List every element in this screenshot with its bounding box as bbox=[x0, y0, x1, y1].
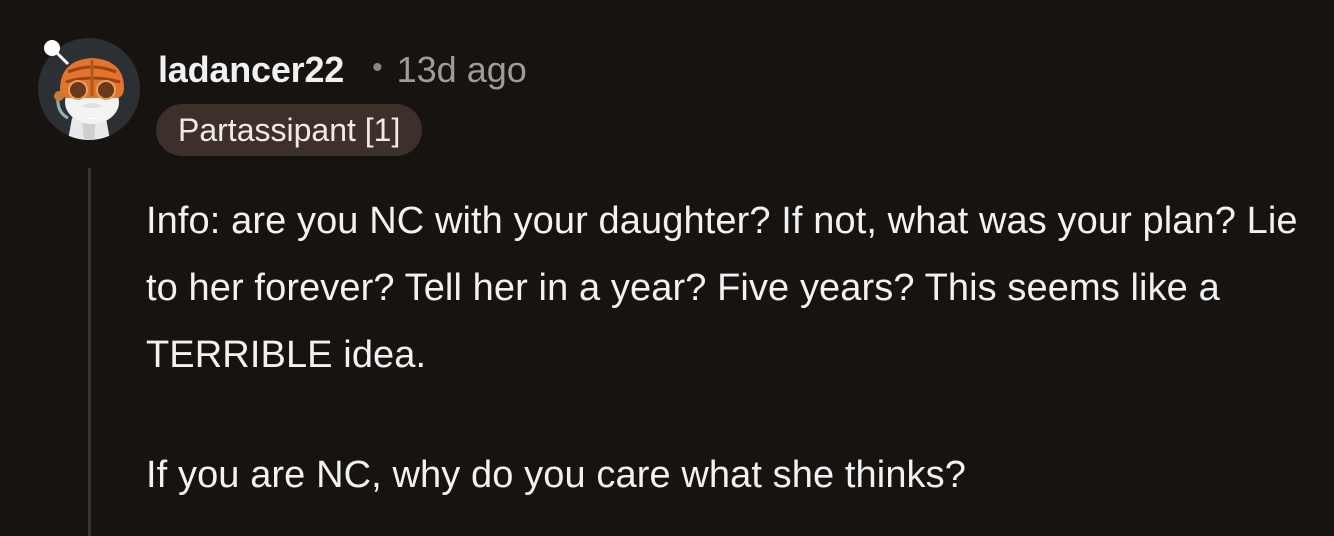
username-link[interactable]: ladancer22 bbox=[158, 49, 344, 91]
user-avatar[interactable] bbox=[38, 38, 140, 140]
user-flair-badge[interactable]: Partassipant [1] bbox=[156, 104, 423, 156]
comment-meta: ladancer22 • 13d ago bbox=[158, 48, 527, 92]
comment-paragraph: Info: are you NC with your daughter? If … bbox=[146, 200, 1298, 376]
meta-separator: • bbox=[372, 51, 383, 84]
snoo-avatar-icon bbox=[38, 38, 140, 140]
comment-paragraph: If you are NC, why do you care what she … bbox=[146, 454, 966, 496]
comment-timestamp[interactable]: 13d ago bbox=[397, 49, 527, 91]
thread-collapse-line[interactable] bbox=[88, 168, 91, 536]
comment-body: Info: are you NC with your daughter? If … bbox=[146, 188, 1316, 509]
comment: ladancer22 • 13d ago Partassipant [1] In… bbox=[0, 0, 1334, 536]
